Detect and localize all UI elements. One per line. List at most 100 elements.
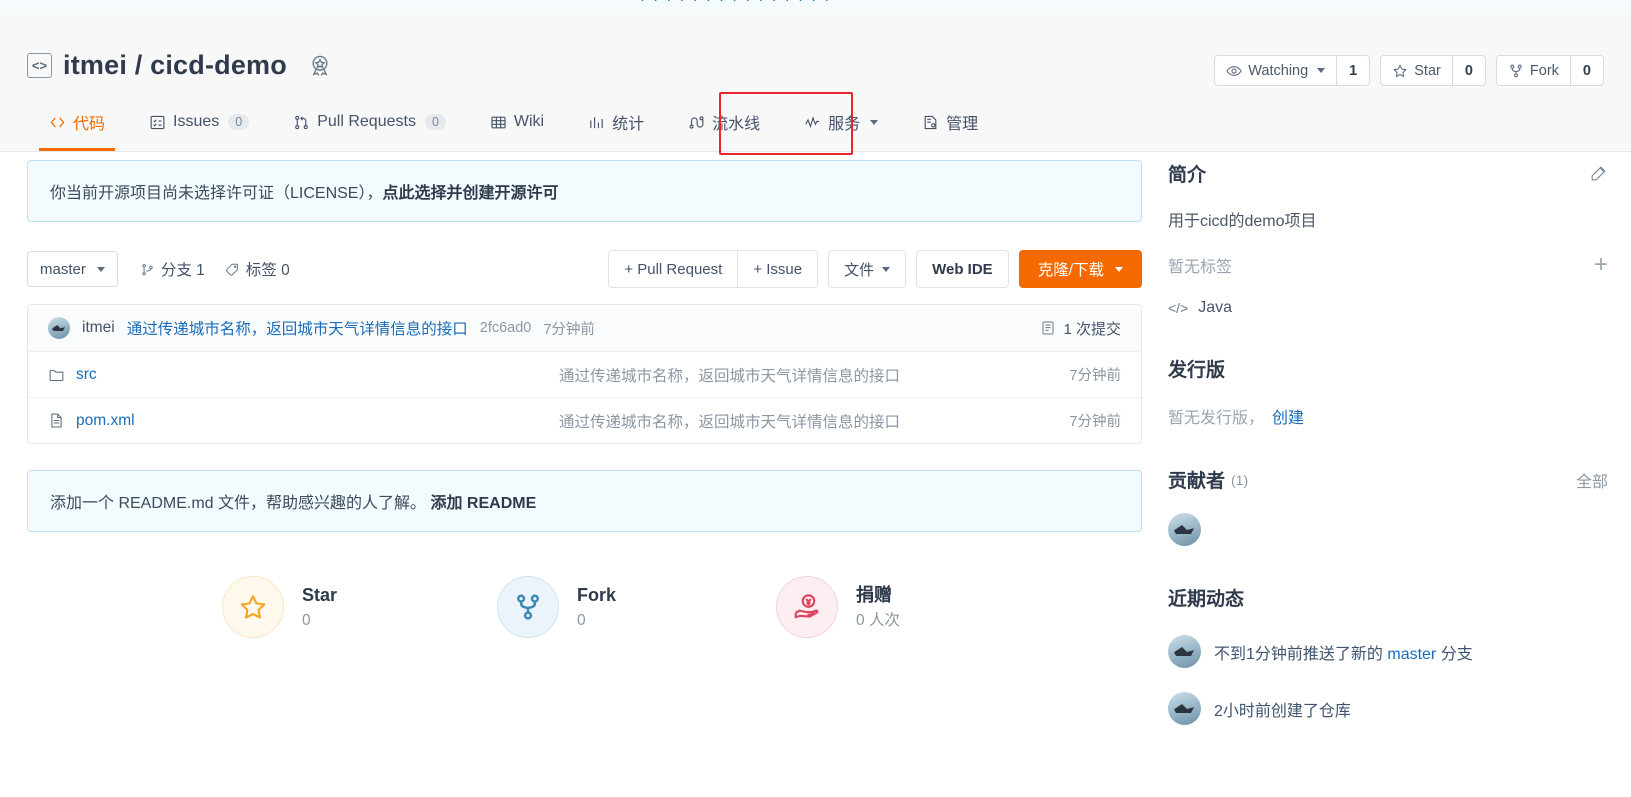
web-ide-button[interactable]: Web IDE [916, 250, 1009, 288]
branch-selector[interactable]: master [27, 251, 118, 287]
readme-notice-text: 添加一个 README.md 文件，帮助感兴趣的人了解。 [50, 495, 427, 512]
license-notice-banner: 你当前开源项目尚未选择许可证（LICENSE），点此选择并创建开源许可 [27, 160, 1142, 222]
fork-button-group[interactable]: Fork 0 [1495, 55, 1604, 86]
star-stat-text: Star 0 [302, 582, 337, 632]
commit-count[interactable]: 1 次提交 [1040, 318, 1141, 339]
activity-text-suffix: 分支 [1436, 645, 1473, 663]
contributors-section-header: 贡献者 (1) 全部 [1168, 466, 1608, 493]
star-button-group[interactable]: Star 0 [1380, 55, 1486, 86]
activity-text-prefix: 不到1分钟前推送了新的 [1214, 645, 1388, 663]
add-readme-link[interactable]: 添加 README [430, 495, 536, 512]
avatar[interactable] [1168, 513, 1201, 546]
releases-title: 发行版 [1168, 360, 1226, 381]
list-item[interactable]: 不到1分钟前推送了新的 master 分支 [1168, 635, 1608, 668]
repo-language-label: Java [1198, 299, 1233, 316]
commit-history-icon [1040, 320, 1056, 336]
contributors-section: 贡献者 (1) 全部 [1168, 466, 1608, 546]
files-dropdown-label: 文件 [844, 261, 875, 279]
branch-icon [140, 262, 155, 277]
code-brackets-icon: <> [27, 53, 52, 78]
commit-hash[interactable]: 2fc6ad0 [480, 320, 532, 336]
create-release-link[interactable]: 创建 [1272, 404, 1304, 428]
chevron-down-icon [1115, 266, 1123, 272]
star-button[interactable]: Star [1381, 56, 1452, 85]
repo-tags-empty: 暂无标签 + [1168, 253, 1608, 277]
tab-issues-label: Issues [173, 113, 220, 130]
file-commit-message[interactable]: 通过传递城市名称，返回城市天气详情信息的接口 [468, 410, 991, 432]
tab-issues-count: 0 [228, 114, 250, 130]
license-notice-link[interactable]: 点此选择并创建开源许可 [382, 185, 558, 202]
file-browser-table: itmei 通过传递城市名称，返回城市天气详情信息的接口 2fc6ad0 7分钟… [27, 304, 1142, 444]
fork-count[interactable]: 0 [1569, 56, 1603, 85]
table-row[interactable]: pom.xml 通过传递城市名称，返回城市天气详情信息的接口 7分钟前 [28, 397, 1141, 443]
watching-count[interactable]: 1 [1336, 56, 1369, 85]
tab-code-label: 代码 [73, 116, 106, 133]
tab-pull-requests[interactable]: Pull Requests 0 [271, 93, 468, 151]
tab-wiki[interactable]: Wiki [468, 93, 566, 151]
branches-count[interactable]: 分支 1 [140, 258, 205, 280]
repo-language: </> Java [1168, 299, 1608, 317]
watching-button[interactable]: Watching [1215, 56, 1336, 85]
star-outline-icon [222, 576, 284, 638]
tags-count[interactable]: 标签 0 [225, 258, 290, 280]
watching-label: Watching [1248, 62, 1309, 79]
header-actions: Watching 1 Star 0 Fork 0 [1214, 55, 1604, 86]
license-notice-text: 你当前开源项目尚未选择许可证（LICENSE）， [50, 185, 383, 202]
tab-service[interactable]: 服务 [782, 93, 900, 151]
fork-stat-button[interactable]: Fork 0 [497, 576, 616, 638]
repository-page: · · · · · · · · · · · · · · · <> itmei /… [0, 0, 1631, 797]
releases-empty-label: 暂无发行版， [1168, 410, 1265, 427]
commit-author[interactable]: itmei [82, 319, 115, 337]
commit-message[interactable]: 通过传递城市名称，返回城市天气详情信息的接口 [127, 317, 468, 339]
branch-selector-label: master [40, 260, 86, 278]
star-count[interactable]: 0 [1451, 56, 1485, 85]
new-issue-button[interactable]: + Issue [738, 250, 819, 288]
plus-icon[interactable]: + [1594, 253, 1608, 277]
tab-stats[interactable]: 统计 [566, 93, 666, 151]
tab-manage[interactable]: 管理 [900, 93, 1000, 151]
page-title[interactable]: itmei / cicd-demo [63, 50, 287, 81]
settings-doc-icon [922, 114, 939, 131]
branches-count-label: 分支 1 [160, 262, 205, 279]
activity-title: 近期动态 [1168, 589, 1245, 610]
activity-section-header: 近期动态 [1168, 584, 1608, 611]
avatar [48, 317, 70, 339]
star-icon [1392, 63, 1408, 79]
clone-download-button[interactable]: 克隆/下载 [1018, 250, 1142, 288]
avatar [1168, 635, 1201, 668]
file-name[interactable]: pom.xml [76, 412, 135, 430]
fork-label: Fork [1529, 62, 1559, 79]
tab-pipeline[interactable]: 流水线 [666, 93, 782, 151]
new-pull-request-button[interactable]: + Pull Request [608, 250, 739, 288]
pull-request-icon [293, 114, 310, 131]
edit-pencil-icon[interactable] [1589, 164, 1608, 183]
donate-hand-icon [776, 576, 839, 638]
releases-section-header: 发行版 [1168, 355, 1608, 382]
watching-button-group[interactable]: Watching 1 [1214, 55, 1371, 86]
star-stat-label: Star [302, 584, 338, 605]
book-icon [490, 114, 507, 131]
donate-stat-label: 捐赠 [856, 584, 893, 605]
table-row[interactable]: src 通过传递城市名称，返回城市天气详情信息的接口 7分钟前 [28, 351, 1141, 397]
activity-icon [804, 114, 821, 131]
bar-chart-icon [588, 114, 605, 131]
list-item[interactable]: 2小时前创建了仓库 [1168, 692, 1608, 725]
contributors-all-link[interactable]: 全部 [1576, 468, 1608, 492]
fork-stat-text: Fork 0 [577, 582, 616, 632]
star-stat-button[interactable]: Star 0 [222, 576, 337, 638]
star-stat-value: 0 [302, 611, 311, 629]
tab-issues[interactable]: Issues 0 [127, 93, 271, 151]
file-time: 7分钟前 [1069, 414, 1121, 430]
intro-section-header: 简介 [1168, 160, 1608, 187]
file-commit-message[interactable]: 通过传递城市名称，返回城市天气详情信息的接口 [468, 364, 991, 386]
tab-code[interactable]: 代码 [27, 93, 127, 151]
tab-service-label: 服务 [828, 116, 861, 133]
file-name[interactable]: src [76, 366, 97, 384]
fork-button[interactable]: Fork [1497, 56, 1570, 85]
donate-stat-button[interactable]: 捐赠 0 人次 [776, 576, 900, 638]
award-badge-icon[interactable] [307, 53, 333, 79]
avatar [1168, 692, 1201, 725]
top-strip-text: · · · · · · · · · · · · · · · [640, 0, 831, 8]
files-dropdown-button[interactable]: 文件 [828, 250, 907, 288]
issue-list-icon [149, 114, 166, 131]
